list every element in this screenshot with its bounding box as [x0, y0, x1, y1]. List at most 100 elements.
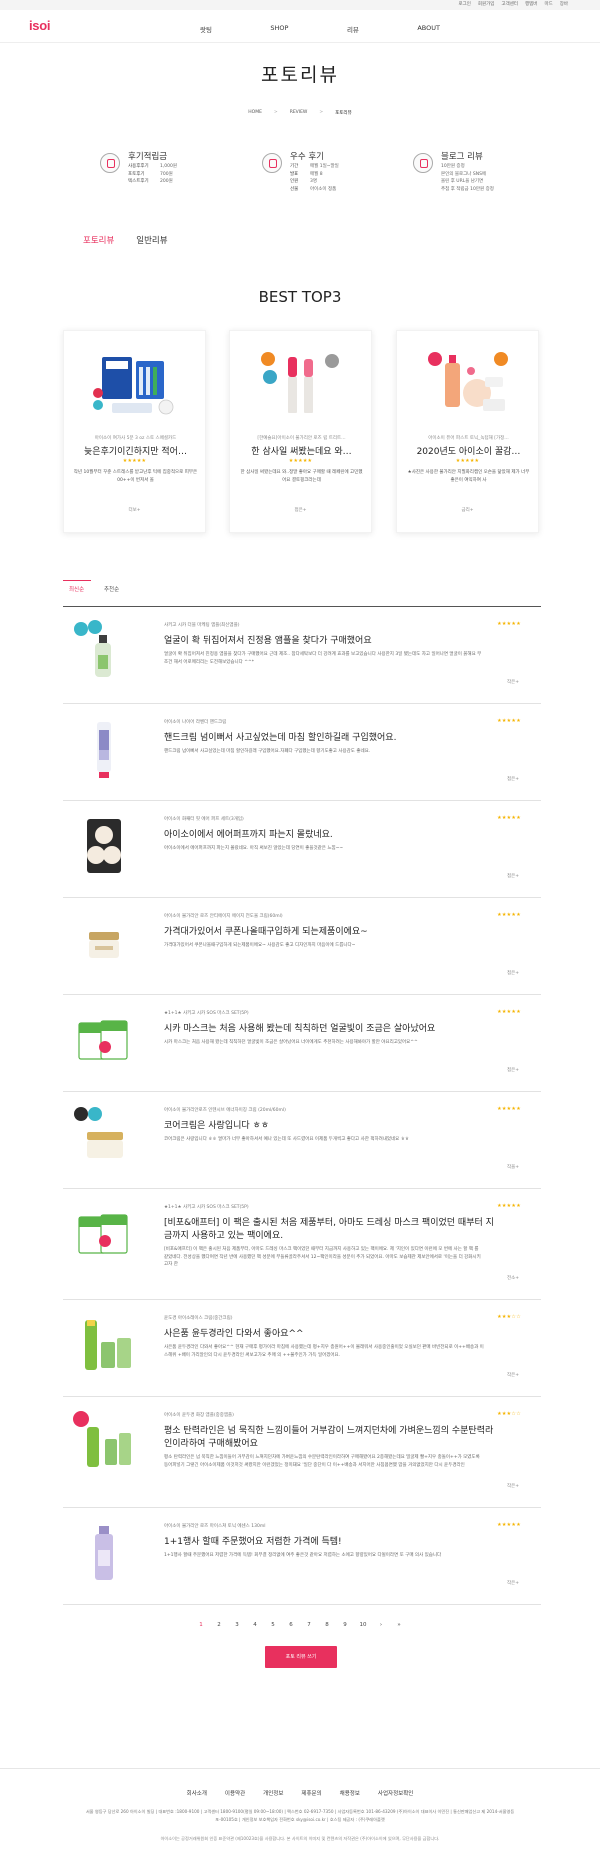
login-link[interactable]: 로그인 — [458, 1, 470, 7]
review-body: 코어크림은 사랑입니다 ㅎㅎ 얼마가 너무 좋아하셔서 예나 있는데 또 사드렸… — [164, 1137, 410, 1142]
best-card[interactable]: 아이소이 퓨어 파스트 토닉_녹텀해 [가정… 2020년도 아이소이 꿀감… … — [396, 330, 539, 533]
breadcrumb-home[interactable]: HOME — [248, 110, 262, 116]
more-link[interactable]: 작을+ — [507, 1164, 519, 1170]
product-thumbnail — [78, 1214, 128, 1254]
more-link[interactable]: 전소+ — [507, 1275, 519, 1281]
more-link[interactable]: 작은+ — [507, 1372, 519, 1378]
rating-stars: ★★★★★ — [497, 1009, 521, 1015]
nav-item-review[interactable]: 리뷰 — [347, 24, 359, 34]
review-category: 아이소이 불가리안 로즈 마이스쳐 토닉 에센스 130ml — [164, 1524, 266, 1529]
footer-link-business-info[interactable]: 사업자정보확인 — [378, 1789, 413, 1797]
page-link[interactable]: 6 — [288, 1622, 295, 1628]
more-link[interactable]: 금리+ — [397, 507, 538, 513]
tab-general-review[interactable]: 일반리뷰 — [136, 234, 167, 246]
page-link[interactable]: 2 — [216, 1622, 223, 1628]
blog-icon — [413, 153, 433, 173]
cart-link[interactable]: 장바 — [560, 1, 568, 7]
benefit-blog-review: 블로그 리뷰 10만원 증정 본인의 블로그나 SNS에 올린 후 URL을 남… — [413, 150, 533, 200]
review-title[interactable]: 사은품 윤두경라인 다와서 좋아요^^ — [164, 1328, 494, 1341]
signup-link[interactable]: 회원가입 — [478, 1, 495, 7]
review-category: ★1+1★ 사키고 시카 SOS 마스크 SET(5P) — [164, 1011, 249, 1016]
best-card[interactable]: [한예슬요]아이소이 불가리안 로즈 립 트리트… 한 삼사일 써봤는데요 와…… — [229, 330, 372, 533]
review-item[interactable]: 아이소이 불가리안 로즈 안티에이지 에이지 전도울 크림(60ml) 가격대가… — [63, 898, 541, 995]
nav-item-about[interactable]: ABOUT — [417, 24, 440, 34]
rating-stars: ★★★★★ — [122, 458, 147, 464]
more-link[interactable]: 접은+ — [507, 873, 519, 879]
more-link[interactable]: 접은+ — [507, 970, 519, 976]
footer-link-about[interactable]: 회사소개 — [187, 1789, 207, 1797]
review-title[interactable]: 시카 마스크는 처음 사용해 봤는데 칙칙하던 얼굴빛이 조금은 살아났어요 — [164, 1023, 494, 1036]
review-body: 가격대가있어서 쿠폰나올때구입하게 되는제품이에요~ 사용감도 좋고 디자인까지… — [164, 943, 356, 948]
review-title[interactable]: 1+1행사 할때 주문했어요 저렴한 가격에 득템! — [164, 1536, 494, 1549]
review-item[interactable]: 윤도경 아이소레이스 크림(중간크림) 사은품 윤두경라인 다와서 좋아요^^ … — [63, 1300, 541, 1397]
review-item[interactable]: 아이소이 윤두경 화장 앰플(중중앰플) 평소 탄력라인은 넘 묵직한 느낌이들… — [63, 1397, 541, 1508]
tab-photo-review[interactable]: 포토리뷰 — [83, 234, 114, 246]
review-title[interactable]: [비포&애프터] 이 팩은 출시된 처음 제품부터, 아마도 드레싱 마스크 팩… — [164, 1217, 494, 1243]
tab-latest[interactable]: 최신순 — [69, 585, 84, 593]
footer-link-privacy[interactable]: 개인정보 — [263, 1789, 283, 1797]
best-card-body: ★사진은 사용한 불가리안 지필화리캡인 오슨을 닮았해 제가 너무 좋은이 여… — [407, 470, 530, 483]
review-category: 아이소이 화째터 핏 에어 퍼프 세트(3개입) — [164, 817, 244, 822]
best-card-title[interactable]: 2020년도 아이소이 꿀감… — [406, 444, 531, 457]
review-title[interactable]: 아이소이에서 에어퍼프까지 파는지 몰랐네요. — [164, 829, 494, 842]
review-body: 얼굴이 확 뒤집어져서 진정용 앰플을 찾다가 구매했어요 근데 제조.. 참다… — [164, 652, 482, 665]
review-item[interactable]: 아이소이 불가리안 로즈 마이스쳐 토닉 에센스 130ml 1+1행사 할때 … — [63, 1508, 541, 1605]
page-link-current[interactable]: 1 — [198, 1622, 205, 1628]
review-title[interactable]: 코어크림은 사랑입니다 ㅎㅎ — [164, 1120, 494, 1133]
tab-recommended[interactable]: 추천순 — [104, 585, 119, 593]
more-link[interactable]: 작은+ — [507, 679, 519, 685]
review-body: 핸드크림 넘이뻐서 사고싶었는데 마침 할인하길래 구입했어요.자폐다 구입했는… — [164, 749, 371, 754]
coin-icon — [100, 153, 120, 173]
more-link[interactable]: 접은+ — [507, 1067, 519, 1073]
review-title[interactable]: 핸드크림 넘이뻐서 사고싶었는데 마침 할인하길래 구입했어요. — [164, 732, 494, 745]
review-title[interactable]: 평소 탄력라인은 넘 묵직한 느낌이들어 거부감이 느껴지던차에 가벼운느낌의 … — [164, 1425, 494, 1451]
utility-link-4[interactable]: 행텝버 — [525, 1, 537, 7]
best-card-title[interactable]: 늦은후기이긴하지만 적어… — [73, 444, 198, 457]
more-link[interactable]: 접은+ — [230, 507, 371, 513]
page-link[interactable]: 8 — [324, 1622, 331, 1628]
best-card-body: 한 삼사일 써봤는데요 와..정말 좋아요 구매할 때 레페린에 고민했어요 결… — [240, 470, 363, 483]
product-thumbnail — [95, 1526, 113, 1580]
best-card[interactable]: 아이소이 여가사 5분 3 oz 스토 스페셜카드 늦은후기이긴하지만 적어… … — [63, 330, 206, 533]
nav-item-ranking[interactable]: 랏팅 — [200, 24, 212, 34]
review-body: 아이소이에서 에어퍼프까지 파는지 몰랐네요. 아직 써보진 않았는데 당연이 … — [164, 846, 344, 851]
review-category: ★1+1★ 사키고 시카 SOS 마스크 SET(5P) — [164, 1205, 249, 1210]
mypage-link[interactable]: 마드 — [544, 1, 552, 7]
last-page-icon[interactable]: » — [396, 1622, 403, 1628]
review-title[interactable]: 얼굴이 확 뒤집어져서 진정용 앰플을 찾다가 구매했어요 — [164, 635, 494, 648]
next-page-icon[interactable]: › — [378, 1622, 385, 1628]
product-thumbnail — [87, 819, 121, 873]
page-link[interactable]: 10 — [360, 1622, 367, 1628]
utility-links: 로그인 회원가입 고객센터 행텝버 마드 장바 — [458, 1, 568, 7]
nav-item-shop[interactable]: SHOP — [270, 24, 288, 34]
gift-icon — [262, 153, 282, 173]
more-link[interactable]: 접은+ — [507, 776, 519, 782]
review-item[interactable]: ★1+1★ 사키고 시카 SOS 마스크 SET(5P) 시카 마스크는 처음 … — [63, 995, 541, 1092]
footer-link-terms[interactable]: 이용약관 — [225, 1789, 245, 1797]
review-item[interactable]: 아이소이 화째터 핏 에어 퍼프 세트(3개입) 아이소이에서 에어퍼프까지 파… — [63, 801, 541, 898]
write-photo-review-button[interactable]: 포토 리뷰 쓰기 — [265, 1646, 337, 1668]
footer-link-careers[interactable]: 채용정보 — [340, 1789, 360, 1797]
brand-logo[interactable]: isoi — [29, 18, 51, 33]
review-item[interactable]: 아이소이 나이어 라벤더 핸드크림 핸드크림 넘이뻐서 사고싶었는데 마침 할인… — [63, 704, 541, 801]
breadcrumb-review[interactable]: REVIEW — [290, 110, 308, 116]
review-title[interactable]: 가격대가있어서 쿠폰나올때구입하게 되는제품이에요~ — [164, 926, 494, 939]
product-thumbnail — [73, 1411, 131, 1467]
review-item[interactable]: 아이소이 불가리안로즈 인텐시브 에너자이징 크림 (20ml/60ml) 코어… — [63, 1092, 541, 1189]
best-card-title[interactable]: 한 삼사일 써봤는데요 와… — [239, 444, 364, 457]
review-body: 1+1행사 할때 주문했어요 저렴한 가격에 득템! 회부결 정리없에 여주 좋… — [164, 1553, 442, 1558]
page-link[interactable]: 5 — [270, 1622, 277, 1628]
more-link[interactable]: 작은+ — [507, 1483, 519, 1489]
page-link[interactable]: 4 — [252, 1622, 259, 1628]
review-item[interactable]: 사키고 시카 더블 마케팅 앰플(최신앰플) 얼굴이 확 뒤집어져서 진정용 앰… — [63, 607, 541, 704]
review-category: 사키고 시카 더블 마케팅 앰플(최신앰플) — [164, 623, 240, 628]
page-link[interactable]: 7 — [306, 1622, 313, 1628]
customer-center-link[interactable]: 고객센터 — [501, 1, 518, 7]
company-info: 서울 영등구 당산로 260 아이소이 빌딩 | 대표번호 :1800-9100… — [85, 1809, 515, 1822]
review-item[interactable]: ★1+1★ 사키고 시카 SOS 마스크 SET(5P) [비포&애프터] 이 … — [63, 1189, 541, 1300]
more-link[interactable]: 더보+ — [64, 507, 205, 513]
more-link[interactable]: 작은+ — [507, 1580, 519, 1586]
page-link[interactable]: 3 — [234, 1622, 241, 1628]
page-link[interactable]: 9 — [342, 1622, 349, 1628]
footer-link-partnership[interactable]: 제휴문의 — [301, 1789, 321, 1797]
